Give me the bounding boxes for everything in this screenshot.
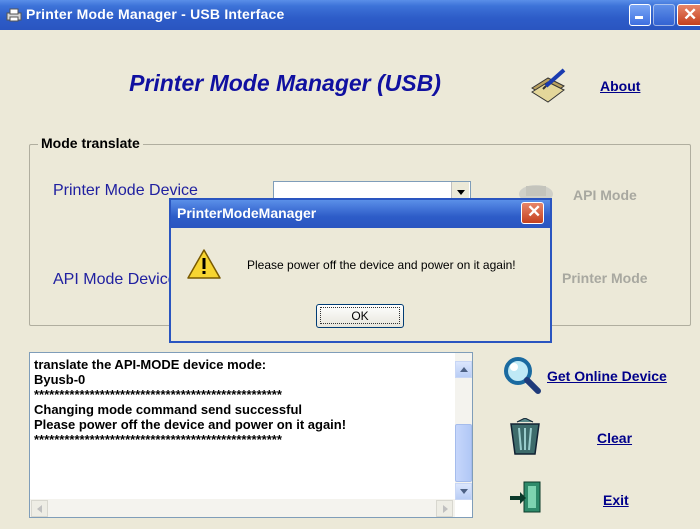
book-pen-icon[interactable] xyxy=(528,66,568,109)
scroll-right-icon[interactable] xyxy=(436,500,453,517)
trash-can-icon[interactable] xyxy=(507,417,543,461)
printer-mode-button[interactable]: Printer Mode xyxy=(562,270,648,286)
api-mode-device-label: API Mode Device xyxy=(53,271,177,288)
group-title: Mode translate xyxy=(38,135,143,151)
minimize-button[interactable] xyxy=(629,4,651,26)
minimize-icon xyxy=(635,16,643,19)
log-text: translate the API-MODE device mode: Byus… xyxy=(34,357,347,447)
close-icon: ✕ xyxy=(527,202,542,221)
scrollbar-thumb[interactable] xyxy=(455,424,472,482)
dialog-message: Please power off the device and power on… xyxy=(247,258,516,272)
page-title: Printer Mode Manager (USB) xyxy=(129,70,441,96)
get-online-device-button[interactable]: Get Online Device xyxy=(547,368,667,384)
scroll-down-icon[interactable] xyxy=(455,483,472,500)
clear-button[interactable]: Clear xyxy=(597,430,632,446)
ok-focus-ring xyxy=(320,307,400,324)
close-icon: ✕ xyxy=(683,5,698,24)
maximize-button xyxy=(653,4,675,26)
about-button[interactable]: About xyxy=(600,78,640,94)
api-mode-button[interactable]: API Mode xyxy=(573,187,637,203)
exit-door-icon[interactable] xyxy=(508,480,544,521)
exit-button[interactable]: Exit xyxy=(603,492,629,508)
dialog-title: PrinterModeManager xyxy=(177,205,317,221)
close-button[interactable]: ✕ xyxy=(677,4,700,26)
magnifier-icon[interactable] xyxy=(501,355,543,400)
warning-icon xyxy=(186,248,222,285)
scroll-left-icon[interactable] xyxy=(31,500,48,517)
dialog-close-button[interactable]: ✕ xyxy=(521,202,544,224)
window-title: Printer Mode Manager - USB Interface xyxy=(26,6,285,22)
scroll-up-icon[interactable] xyxy=(455,361,472,378)
printer-icon xyxy=(6,8,22,22)
horizontal-scrollbar[interactable] xyxy=(30,499,455,517)
